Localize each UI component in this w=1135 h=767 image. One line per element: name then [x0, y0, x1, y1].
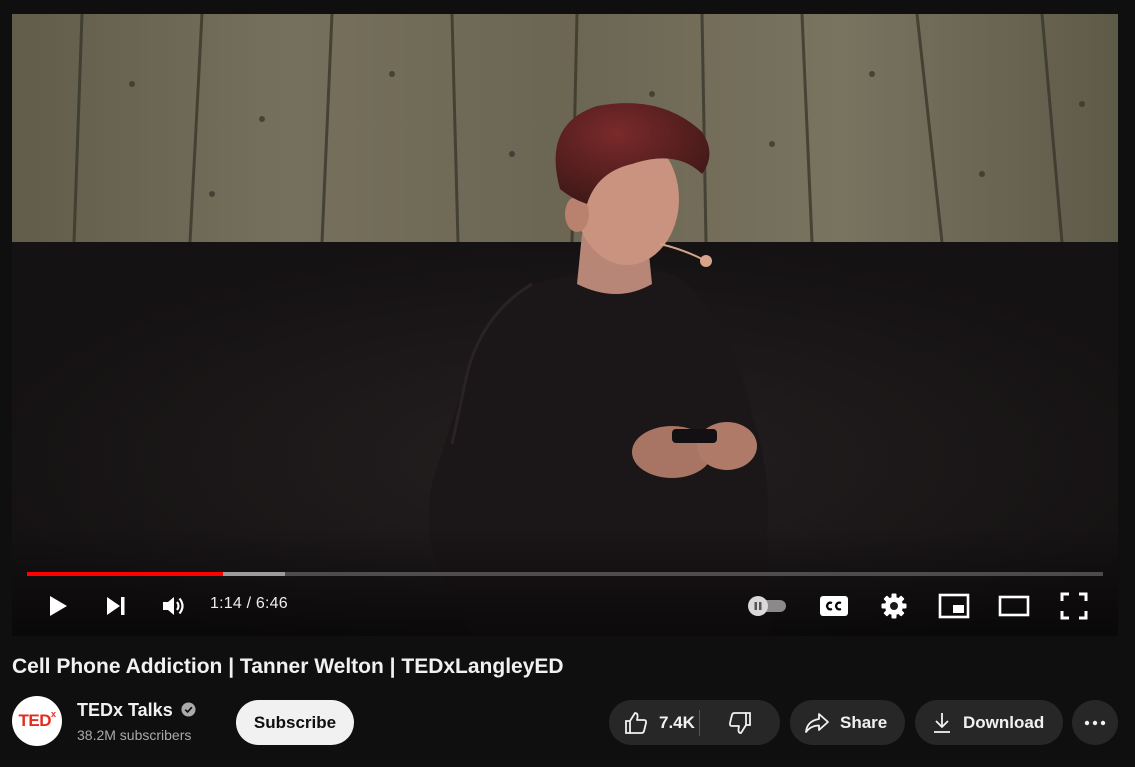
- next-icon: [107, 597, 125, 615]
- volume-button[interactable]: [156, 586, 192, 626]
- fullscreen-button[interactable]: [1052, 586, 1096, 626]
- share-label: Share: [840, 712, 888, 732]
- thumbs-up-icon: [625, 711, 647, 734]
- next-button[interactable]: [98, 586, 134, 626]
- like-button[interactable]: 7.4K: [609, 700, 699, 745]
- channel-avatar[interactable]: TEDx: [12, 696, 62, 746]
- autoplay-toggle-icon: [748, 596, 786, 616]
- verified-check-icon: [181, 702, 196, 717]
- avatar-logo-text: TED: [18, 711, 51, 730]
- cc-icon: [820, 596, 848, 616]
- gear-icon: [881, 593, 907, 619]
- progress-bar[interactable]: [27, 572, 1103, 576]
- theater-mode-button[interactable]: [992, 586, 1036, 626]
- watch-page: 1:14 / 6:46 Cell Phone Addiction | Tanne…: [0, 0, 1135, 767]
- time-display: 1:14 / 6:46: [210, 595, 288, 612]
- share-button[interactable]: Share: [790, 700, 905, 745]
- avatar-logo: TEDx: [18, 709, 56, 731]
- miniplayer-icon: [938, 593, 970, 619]
- subscriber-count: 38.2M subscribers: [77, 727, 192, 743]
- volume-icon: [163, 597, 184, 615]
- download-label: Download: [963, 712, 1045, 732]
- like-dislike-group: 7.4K: [609, 700, 780, 745]
- video-title: Cell Phone Addiction | Tanner Welton | T…: [12, 655, 564, 678]
- play-button[interactable]: [40, 586, 76, 626]
- dislike-button[interactable]: [700, 700, 780, 745]
- captions-button[interactable]: [812, 586, 856, 626]
- avatar-logo-sup: x: [50, 709, 56, 720]
- fullscreen-icon: [1060, 592, 1088, 620]
- like-count: 7.4K: [659, 712, 695, 732]
- channel-name[interactable]: TEDx Talks: [77, 700, 173, 721]
- more-actions-button[interactable]: [1072, 700, 1118, 745]
- miniplayer-button[interactable]: [932, 586, 976, 626]
- autoplay-toggle[interactable]: [745, 586, 789, 626]
- settings-button[interactable]: [872, 586, 916, 626]
- thumbs-down-icon: [729, 711, 751, 734]
- subscribe-button[interactable]: Subscribe: [236, 700, 354, 745]
- play-icon: [50, 596, 67, 616]
- progress-played: [27, 572, 223, 576]
- theater-mode-icon: [998, 595, 1030, 617]
- video-player[interactable]: 1:14 / 6:46: [12, 14, 1118, 636]
- download-button[interactable]: Download: [915, 700, 1063, 745]
- download-icon: [934, 712, 950, 733]
- more-horizontal-icon: [1084, 720, 1106, 725]
- share-icon: [805, 712, 829, 733]
